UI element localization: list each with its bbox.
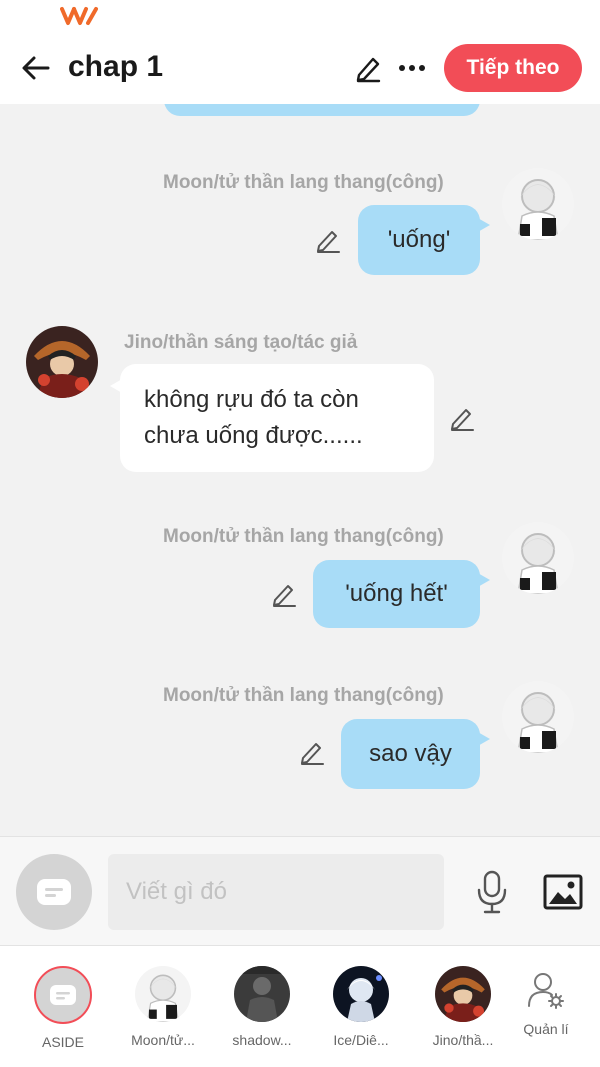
pencil-icon[interactable] [270, 580, 298, 608]
character-label: shadow... [232, 1032, 292, 1048]
next-chapter-button[interactable]: Tiếp theo [444, 44, 582, 92]
bubble-tail [476, 731, 490, 747]
sender-name: Moon/tử thần lang thang(công) [163, 685, 444, 706]
message-bubble[interactable]: không rựu đó ta còn chưa uống được...... [110, 364, 434, 472]
avatar-moon[interactable] [502, 522, 574, 594]
message-text: 'uống hết' [345, 580, 448, 607]
voice-button[interactable] [470, 867, 514, 917]
character-bar: ASIDE Moon/tử... shadow... Ice/Diê... Ji… [0, 946, 600, 1067]
image-icon [543, 874, 583, 910]
avatar-moon-image [502, 168, 574, 240]
avatar-moon-image [502, 522, 574, 594]
more-dots-icon [399, 65, 425, 71]
chat-bubble-icon [50, 985, 76, 1005]
chat-bubble-icon [37, 879, 71, 905]
avatar-jino-image [26, 326, 98, 398]
bubble-tail [110, 378, 124, 394]
message-bubble[interactable]: 'uống hết' [313, 560, 490, 628]
character-label: Ice/Diê... [333, 1032, 389, 1048]
character-label: Jino/thầ... [432, 1032, 494, 1048]
sender-name: Moon/tử thần lang thang(công) [163, 526, 444, 547]
aside-toggle-button[interactable] [16, 854, 92, 930]
bubble-tail [476, 217, 490, 233]
user-settings-icon [528, 973, 564, 1009]
bubble-tail [476, 572, 490, 588]
avatar-moon-image [502, 681, 574, 753]
avatar [34, 966, 92, 1024]
back-button[interactable] [14, 46, 58, 90]
character-shadow[interactable]: shadow... [217, 966, 307, 1048]
arrow-left-icon [22, 56, 50, 80]
avatar-ice-image [333, 966, 389, 1022]
status-bar [0, 0, 600, 36]
message-bubble-partial [164, 104, 480, 116]
pencil-icon [356, 57, 381, 83]
character-label: ASIDE [41, 1034, 84, 1050]
character-ice[interactable]: Ice/Diê... [316, 966, 406, 1048]
image-button[interactable] [540, 869, 586, 915]
message-input[interactable] [108, 854, 444, 930]
manage-characters-button[interactable]: Quản lí [506, 970, 586, 1037]
avatar-jino[interactable] [26, 326, 98, 398]
avatar [234, 966, 290, 1022]
avatar [435, 966, 491, 1022]
microphone-icon [477, 870, 507, 914]
pencil-icon[interactable] [448, 404, 476, 432]
more-options-button[interactable] [392, 48, 432, 88]
message-bubble[interactable]: sao vậy [341, 719, 490, 789]
character-moon[interactable]: Moon/tử... [118, 966, 208, 1048]
edit-button[interactable] [348, 48, 388, 88]
message-text: không rựu đó ta còn chưa uống được...... [144, 386, 363, 449]
pencil-icon[interactable] [298, 738, 326, 766]
sender-name: Moon/tử thần lang thang(công) [163, 172, 444, 193]
message-text: 'uống' [387, 226, 451, 253]
message-bubble[interactable]: 'uống' [358, 205, 490, 275]
character-aside[interactable]: ASIDE [18, 966, 108, 1050]
avatar-moon-image [135, 966, 191, 1022]
carrier-logo-icon [60, 7, 98, 25]
character-label: Moon/tử... [131, 1032, 195, 1048]
message-text: sao vậy [369, 740, 452, 767]
page-title: chap 1 [68, 50, 164, 83]
avatar-moon[interactable] [502, 168, 574, 240]
manage-label: Quản lí [523, 1021, 569, 1037]
message-composer [0, 837, 600, 945]
avatar-moon[interactable] [502, 681, 574, 753]
avatar [135, 966, 191, 1022]
pencil-icon[interactable] [314, 226, 342, 254]
avatar-jino-image [435, 966, 491, 1022]
top-app-bar: chap 1 Tiếp theo [0, 36, 600, 104]
chat-area[interactable]: Moon/tử thần lang thang(công) 'uống' Jin [0, 104, 600, 836]
avatar [333, 966, 389, 1022]
sender-name: Jino/thần sáng tạo/tác giả [124, 332, 358, 353]
avatar-shadow-image [234, 966, 290, 1022]
character-jino[interactable]: Jino/thầ... [418, 966, 508, 1048]
